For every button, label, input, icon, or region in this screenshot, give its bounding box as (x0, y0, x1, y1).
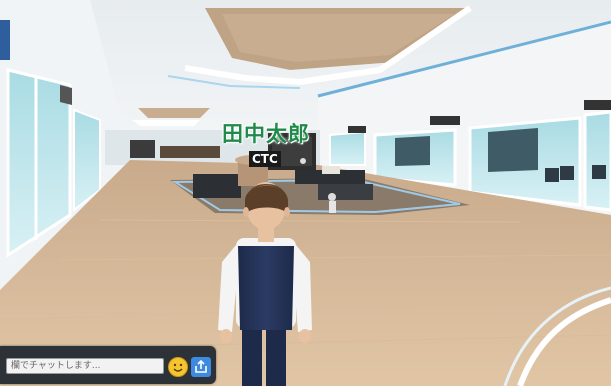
left-wall-label (60, 85, 72, 105)
ceiling-panel-distant (138, 108, 210, 118)
distant-avatar-head (328, 193, 336, 201)
room-screen-1 (488, 128, 538, 172)
avatar-leg-left (242, 322, 262, 386)
avatar-hand-left (220, 329, 232, 343)
room-screen-2 (395, 136, 430, 166)
room-sign-3 (348, 126, 366, 133)
chat-bar: 欄でチャットします... (0, 346, 216, 384)
sofa-front (318, 184, 373, 200)
avatar-ear-right (284, 207, 290, 217)
left-wall-sign (0, 20, 10, 60)
share-upload-icon[interactable] (191, 357, 211, 377)
sofa-left (193, 174, 241, 198)
distant-shelf (160, 146, 220, 158)
chair (545, 168, 559, 182)
avatar-hand-right (299, 329, 311, 343)
chat-input[interactable]: 欄でチャットします... (6, 358, 164, 374)
sofa-sign (322, 166, 340, 174)
chair (560, 166, 574, 180)
distant-furniture (130, 140, 155, 158)
room-sign-1 (430, 116, 460, 125)
distant-avatar-body (329, 201, 336, 213)
share-upload-icon-glyph (195, 359, 207, 373)
smiley-icon[interactable] (168, 357, 188, 377)
room-sign-2 (584, 100, 611, 110)
ceiling-light-distant (132, 120, 200, 126)
right-glass-room-2 (583, 110, 611, 212)
avatar-leg-right (266, 322, 286, 386)
headphone-icon (300, 158, 306, 164)
avatar-vest (238, 246, 294, 330)
avatar-organization-tag: CTC (249, 151, 281, 167)
avatar-name-tag: 田中太郎 (222, 122, 310, 146)
right-glass-room-4 (329, 130, 366, 166)
chair (592, 165, 606, 179)
smiley-icon-glyph (173, 363, 183, 372)
virtual-office-scene (0, 0, 611, 386)
avatar-ear-left (243, 207, 249, 217)
